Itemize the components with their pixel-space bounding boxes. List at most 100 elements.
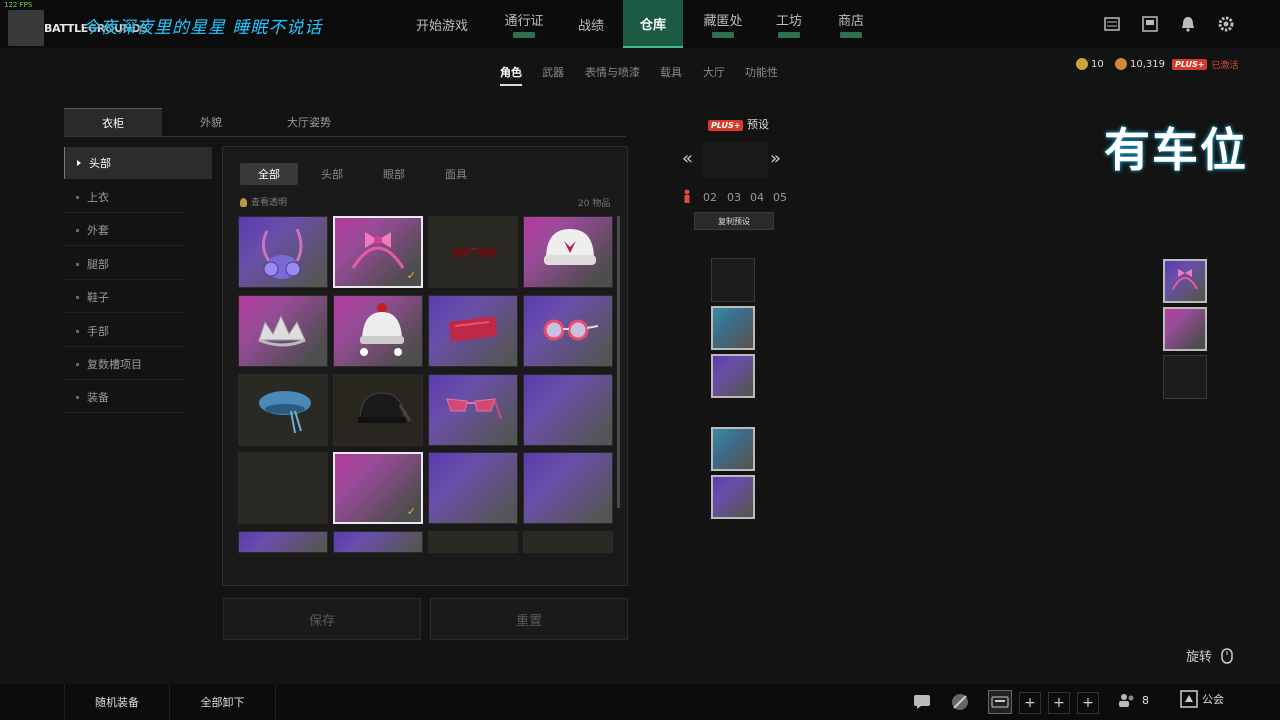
plus-status[interactable]: PLUS+ 已激活 (1172, 58, 1239, 71)
reset-button[interactable]: 重置 (430, 598, 628, 640)
category-label: 外套 (87, 224, 109, 237)
preset-slot-04[interactable]: 04 (750, 191, 764, 204)
category-top[interactable]: 上衣 (64, 181, 212, 213)
rotate-label: 旋转 (1186, 650, 1213, 665)
equipped-slot-purple-1[interactable] (711, 354, 755, 398)
equipped-slot-empty[interactable] (1163, 355, 1207, 399)
category-outerwear[interactable]: 外套 (64, 214, 212, 246)
equipped-slot-pink[interactable] (1163, 307, 1207, 351)
equipped-slot-empty[interactable] (711, 258, 755, 302)
invite-slot-3[interactable]: + (1077, 692, 1099, 714)
filter-mask[interactable]: 面具 (430, 163, 482, 185)
category-equipment[interactable]: 装备 (64, 381, 212, 413)
item-red-eye-mask[interactable] (428, 295, 518, 367)
item-white-beanie[interactable] (523, 216, 613, 288)
category-hands[interactable]: 手部 (64, 315, 212, 347)
nav-label: 仓库 (639, 17, 666, 33)
nav-pass[interactable]: 通行证 (494, 0, 554, 48)
chat-icon[interactable] (910, 690, 934, 714)
item-red-sunglasses[interactable] (428, 216, 518, 288)
voice-off-icon[interactable] (948, 690, 972, 714)
item-partial-dark-2[interactable] (523, 531, 613, 553)
nav-workshop[interactable]: 工坊 (766, 0, 812, 48)
helmet-icon (240, 198, 247, 207)
preset-slot-03[interactable]: 03 (727, 191, 741, 204)
view-transparent-label: 查看透明 (251, 198, 288, 208)
item-pink-bow-headband[interactable]: ✓ (333, 216, 423, 288)
equipped-head-slot[interactable] (1163, 259, 1207, 303)
item-empty-dark[interactable] (238, 452, 328, 524)
bell-icon[interactable] (1178, 14, 1198, 34)
category-multi-slot[interactable]: 复数槽项目 (64, 348, 212, 380)
bullet-icon (76, 195, 79, 199)
equipped-slot-blue-2[interactable] (711, 427, 755, 471)
preset-prev-icon[interactable]: « (682, 148, 693, 169)
item-empty-purple-1[interactable] (523, 374, 613, 446)
unequip-all-button[interactable]: 全部卸下 (170, 684, 276, 720)
category-shoes[interactable]: 鞋子 (64, 281, 212, 313)
nav-shop[interactable]: 商店 (826, 0, 876, 48)
item-blue-beret[interactable] (238, 374, 328, 446)
copy-preset-button[interactable]: 复制预设 (694, 212, 774, 230)
equipped-slot-purple-2[interactable] (711, 475, 755, 519)
preset-header: PLUS+ 预设 (708, 116, 769, 132)
preset-next-icon[interactable]: » (770, 148, 781, 169)
filter-eyes[interactable]: 眼部 (368, 163, 420, 185)
subtab-vehicles[interactable]: 载具 (660, 64, 682, 80)
category-head[interactable]: 头部 (64, 147, 212, 179)
nav-start-game[interactable]: 开始游戏 (406, 0, 478, 48)
gear-icon[interactable] (1216, 14, 1236, 34)
item-partial-purple-2[interactable] (333, 531, 423, 553)
item-purple-gas-mask[interactable] (238, 216, 328, 288)
item-pink-cat-glasses[interactable] (428, 374, 518, 446)
subtab-weapons[interactable]: 武器 (542, 64, 564, 80)
item-black-helmet[interactable] (333, 374, 423, 446)
preset-slot-05[interactable]: 05 (773, 191, 787, 204)
filter-all[interactable]: 全部 (240, 163, 298, 185)
item-empty-purple-2[interactable] (428, 452, 518, 524)
new-badge (712, 32, 734, 38)
item-empty-purple-3[interactable] (523, 452, 613, 524)
item-partial-purple-1[interactable] (238, 531, 328, 553)
list-icon[interactable] (1102, 14, 1122, 34)
item-silver-tiara[interactable] (238, 295, 328, 367)
equipped-slot-blue-1[interactable] (711, 306, 755, 350)
tab-lobby-pose[interactable]: 大厅姿势 (260, 108, 358, 136)
invite-slot-1[interactable]: + (1019, 692, 1041, 714)
category-label: 手部 (87, 325, 109, 338)
mail-icon[interactable] (1140, 14, 1160, 34)
invite-slot-2[interactable]: + (1048, 692, 1070, 714)
subtab-emotes[interactable]: 表情与喷漆 (585, 64, 640, 80)
tab-wardrobe[interactable]: 衣柜 (64, 108, 162, 136)
friends-button[interactable]: 8 (1118, 692, 1149, 708)
nav-warehouse[interactable]: 仓库 (623, 0, 683, 48)
tab-divider (64, 136, 626, 137)
item-partial-dark-1[interactable] (428, 531, 518, 553)
random-equip-button[interactable]: 随机装备 (64, 684, 170, 720)
tab-appearance[interactable]: 外貌 (162, 108, 260, 136)
g-coin-amount: 10 (1091, 59, 1104, 70)
items-scrollbar[interactable] (617, 216, 620, 508)
item-white-bobble-hat[interactable] (333, 295, 423, 367)
item-round-glasses[interactable] (523, 295, 613, 367)
nav-stash[interactable]: 藏匿处 (694, 0, 752, 48)
filter-head[interactable]: 头部 (306, 163, 358, 185)
nav-record[interactable]: 战绩 (566, 0, 616, 48)
nav-label: 商店 (837, 14, 864, 29)
divider (64, 279, 184, 280)
nav-label: 开始游戏 (415, 18, 468, 34)
save-button[interactable]: 保存 (223, 598, 421, 640)
view-transparent-toggle[interactable]: 查看透明 (240, 195, 287, 208)
preset-slot-02[interactable]: 02 (703, 191, 717, 204)
guild-button[interactable]: 公会 (1180, 690, 1224, 708)
subtab-functional[interactable]: 功能性 (745, 64, 778, 80)
helmet-icon (358, 392, 412, 423)
subtab-character[interactable]: 角色 (500, 64, 522, 86)
sunglasses-icon (451, 247, 497, 257)
category-legs[interactable]: 腿部 (64, 248, 212, 280)
fps-counter: 122 FPS (4, 1, 33, 9)
divider (64, 412, 184, 413)
keyboard-icon[interactable] (988, 690, 1012, 714)
subtab-lobby[interactable]: 大厅 (703, 64, 725, 80)
item-empty-pink-selected[interactable]: ✓ (333, 452, 423, 524)
